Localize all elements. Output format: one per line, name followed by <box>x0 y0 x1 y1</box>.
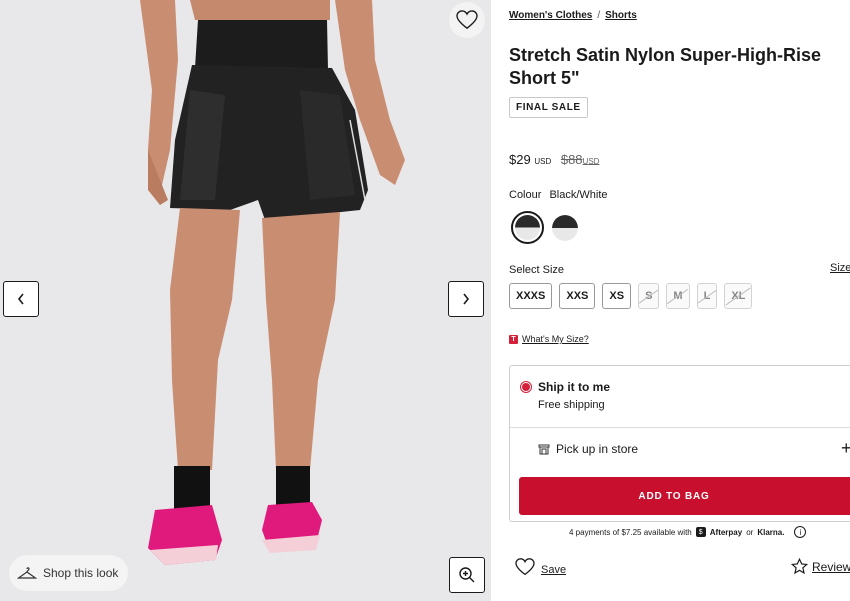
star-icon <box>791 558 808 575</box>
save-button[interactable]: Save <box>515 558 566 576</box>
expand-icon[interactable]: + <box>841 438 850 459</box>
radio-selected-icon[interactable] <box>520 381 532 393</box>
afterpay-icon: $ <box>695 527 706 537</box>
product-title-line1: Stretch Satin Nylon Super-High-Rise <box>509 45 822 65</box>
breadcrumb-separator: / <box>597 10 601 21</box>
colour-selector-label: Colour Black/White <box>509 189 608 201</box>
colour-value: Black/White <box>549 189 608 201</box>
fulfillment-options: Ship it to me Free shipping Pick up in s… <box>509 365 850 522</box>
price: $29 USD $88USD <box>509 152 599 167</box>
size-option-xxxs[interactable]: XXXS <box>509 283 553 309</box>
breadcrumb: Women's Clothes / Shorts <box>509 10 637 21</box>
reviews-label: Review <box>812 559 850 574</box>
breadcrumb-item-shorts[interactable]: Shorts <box>605 10 637 21</box>
size-option-xs[interactable]: XS <box>602 283 632 309</box>
product-photo <box>0 0 491 601</box>
payments-or: or <box>746 527 754 537</box>
product-title-line2: Short 5" <box>509 68 580 88</box>
size-option-xxs[interactable]: XXS <box>559 283 596 309</box>
next-image-button[interactable] <box>448 281 484 317</box>
hanger-icon <box>17 567 37 579</box>
whats-my-size-link[interactable]: What's My Size? <box>522 334 589 344</box>
zoom-button[interactable] <box>449 557 485 593</box>
klarna-label: Klarna. <box>757 527 785 537</box>
info-icon[interactable]: i <box>794 526 807 538</box>
pickup-in-store-option[interactable]: Pick up in store + <box>510 428 850 470</box>
payment-options: 4 payments of $7.25 available with $ Aft… <box>569 526 807 538</box>
heart-icon <box>456 10 478 30</box>
original-price: $88USD <box>560 152 600 167</box>
size-option-s[interactable]: S <box>638 283 660 309</box>
size-guide-link[interactable]: Size <box>830 262 850 274</box>
ship-it-option[interactable]: Ship it to me Free shipping <box>510 366 850 428</box>
shop-this-look-button[interactable]: Shop this look <box>9 555 129 591</box>
save-label: Save <box>541 564 567 576</box>
size-option-m[interactable]: M <box>666 283 690 309</box>
chevron-left-icon <box>17 293 24 305</box>
afterpay-label: Afterpay <box>709 527 743 537</box>
product-details-panel: Women's Clothes / Shorts Stretch Satin N… <box>509 0 850 601</box>
select-size-label: Select Size <box>509 264 565 276</box>
page-title: Stretch Satin Nylon Super-High-Rise Shor… <box>509 44 850 90</box>
size-tag-icon: T <box>509 334 518 344</box>
final-sale-badge: FINAL SALE <box>509 97 588 118</box>
payments-text: 4 payments of $7.25 available with <box>569 527 692 537</box>
ship-it-subtitle: Free shipping <box>538 399 605 411</box>
sale-price-currency: USD <box>534 157 552 166</box>
size-options: XXXS XXS XS S M L XL <box>509 283 753 309</box>
shop-this-look-label: Shop this look <box>43 566 119 580</box>
previous-image-button[interactable] <box>3 281 39 317</box>
chevron-right-icon <box>463 293 470 305</box>
heart-icon <box>515 558 535 576</box>
colour-swatch-selected[interactable] <box>511 211 544 244</box>
favorite-button[interactable] <box>449 2 485 38</box>
add-to-bag-button[interactable]: ADD TO BAG <box>519 477 850 515</box>
ship-it-title: Ship it to me <box>538 380 610 394</box>
whats-my-size: T What's My Size? <box>509 334 589 344</box>
colour-swatch[interactable] <box>552 215 578 241</box>
colour-label: Colour <box>509 189 542 201</box>
store-icon <box>538 444 550 455</box>
product-image-gallery[interactable]: Shop this look <box>0 0 491 601</box>
pickup-label: Pick up in store <box>556 442 639 456</box>
size-option-l[interactable]: L <box>696 283 718 309</box>
sale-price: $29 <box>509 152 531 167</box>
reviews-link[interactable]: Review <box>791 558 850 575</box>
zoom-in-icon <box>459 567 475 583</box>
size-option-xl[interactable]: XL <box>724 283 753 309</box>
breadcrumb-item-womens-clothes[interactable]: Women's Clothes <box>509 10 592 21</box>
